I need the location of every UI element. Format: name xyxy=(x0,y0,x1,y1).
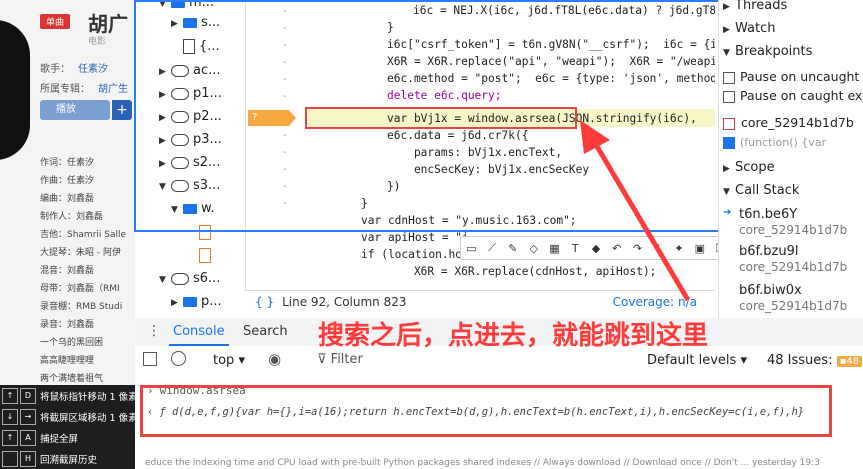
singer-row: 歌手： 任素汐 xyxy=(40,64,108,75)
eye-icon[interactable]: ◉ xyxy=(268,350,281,368)
pause-caught-option[interactable]: Pause on caught exc xyxy=(723,88,863,103)
filter-input[interactable]: ⊽ Filter xyxy=(317,352,363,367)
call-frame-file: core_52914b1d7b xyxy=(739,299,848,313)
call-frame-file: core_52914b1d7b xyxy=(739,260,848,274)
js-file-icon xyxy=(199,248,211,263)
song-badge: 单曲 xyxy=(40,14,71,29)
rect-icon[interactable]: ▭ xyxy=(461,242,482,255)
mosaic-icon[interactable]: ▦ xyxy=(544,242,565,255)
call-frame[interactable]: b6f.biw0x xyxy=(739,283,802,298)
cloud-icon xyxy=(171,272,189,285)
shortcut-row: ↓ → 将截屏区域移动 1 像素 xyxy=(0,409,138,425)
album-disc xyxy=(0,20,30,160)
pen-icon[interactable]: ✎ xyxy=(503,242,524,255)
tab-console[interactable]: Console xyxy=(169,324,229,346)
format-braces-icon[interactable]: { } xyxy=(255,295,274,309)
checkbox xyxy=(723,90,735,103)
shortcut-row: ↑ D 将鼠标指针移动 1 像素 xyxy=(0,388,138,404)
clear-console-icon[interactable] xyxy=(171,351,186,366)
song-title: 胡广 xyxy=(88,12,128,36)
shortcut-row: H 回溯截屏历史 xyxy=(0,451,97,467)
debugger-sidebar: ▶ Threads ▶ Watch ▼ Breakpoints Pause on un… xyxy=(718,0,863,318)
watch-section[interactable]: ▶ Watch xyxy=(723,21,775,36)
call-stack-section[interactable]: ▼ Call Stack xyxy=(723,183,799,198)
pause-uncaught-option[interactable]: Pause on uncaught xyxy=(723,69,859,84)
checkbox xyxy=(723,71,735,84)
marker-icon[interactable]: ◇ xyxy=(523,242,544,255)
breakpoint-file[interactable]: core_52914b1d7b xyxy=(723,115,854,130)
highlight-box-console xyxy=(140,385,832,437)
scope-section[interactable]: ▶ Scope xyxy=(723,160,775,175)
drawer-menu-icon[interactable]: ⋮ xyxy=(147,323,161,339)
tree-item[interactable]: ▼ s6... xyxy=(159,268,220,290)
folder-icon xyxy=(183,296,197,307)
album-link[interactable]: 胡广生 xyxy=(98,84,128,95)
log-levels-select[interactable]: Default levels ▾ xyxy=(647,353,747,368)
line-icon[interactable]: ⟋ xyxy=(482,241,503,255)
singer-link[interactable]: 任素汐 xyxy=(78,64,108,75)
screenshot-shortcuts-panel: ↑ D 将鼠标指针移动 1 像素 ↓ → 将截屏区域移动 1 像素 ↑ A 捕捉全屏 H 回溯… xyxy=(0,385,140,469)
highlight-box-window-asrsea xyxy=(305,107,577,129)
shortcut-row: ↑ A 捕捉全屏 xyxy=(0,430,78,446)
play-button[interactable]: 播放 xyxy=(40,100,110,120)
breakpoint-entry[interactable]: (function() {var xyxy=(723,136,826,149)
threads-section[interactable]: ▶ Threads xyxy=(723,0,787,13)
file-icon xyxy=(723,117,735,130)
ide-notification-line: educe the indexing time and CPU load wit… xyxy=(145,458,820,468)
add-to-list-button[interactable]: + xyxy=(112,100,132,120)
song-subtitle: 电影 xyxy=(88,37,107,47)
call-frame[interactable]: t6n.be6Y xyxy=(739,207,797,222)
cursor-position: { } Line 92, Column 823 xyxy=(255,295,407,309)
breakpoints-section[interactable]: ▼ Breakpoints xyxy=(723,44,812,59)
call-frame[interactable]: b6f.bzu9l xyxy=(739,244,798,259)
tree-item[interactable] xyxy=(199,245,215,267)
context-select[interactable]: top ▾ xyxy=(213,353,245,368)
sidebar-toggle-icon[interactable] xyxy=(143,352,157,366)
call-frame-file: core_52914b1d7b xyxy=(739,223,848,237)
annotation-arrow xyxy=(580,120,691,302)
checked-checkbox xyxy=(723,137,735,149)
current-frame-arrow-icon: ➔ xyxy=(723,207,732,218)
album-row: 所属专辑： 胡广生 xyxy=(40,84,128,95)
tab-search[interactable]: Search xyxy=(243,324,288,339)
issues-count[interactable]: 48 Issues: ▪48 xyxy=(767,353,863,368)
issues-badge-icon: ▪48 xyxy=(836,356,863,367)
annotation-text: 搜索之后，点进去，就能跳到这里 xyxy=(318,321,709,351)
tree-item[interactable]: ▶ p... xyxy=(171,291,222,313)
